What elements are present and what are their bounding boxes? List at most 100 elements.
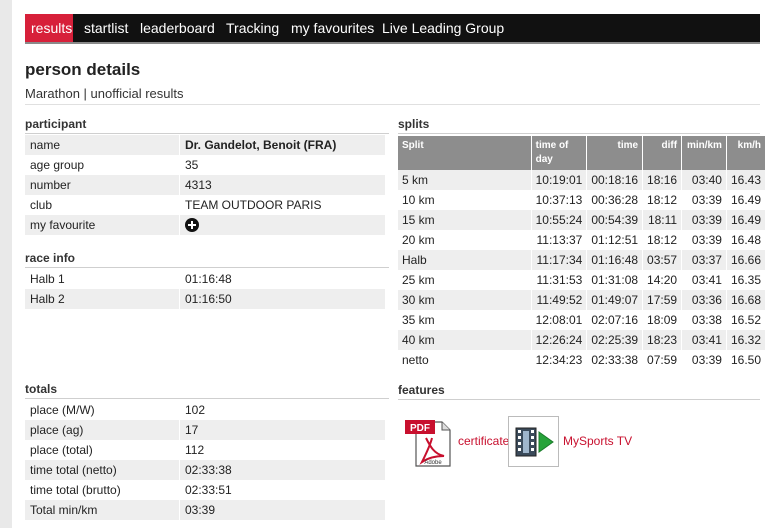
split-value: 03:39 [681, 210, 727, 230]
row-label: time total (netto) [25, 460, 180, 480]
splits-section-title: splits [398, 116, 760, 134]
row-label: club [30, 198, 53, 212]
row-value [179, 215, 385, 235]
split-value: 11:17:34 [530, 250, 587, 270]
adobe-text: Adobe [424, 460, 442, 466]
table-row: Halb 11:17:34 01:16:48 03:57 03:37 16.66 [398, 250, 765, 270]
column-header: time [586, 136, 643, 170]
tab-startlist[interactable]: startlist [78, 14, 134, 42]
split-value: 00:36:28 [586, 190, 643, 210]
split-label: 30 km [398, 290, 532, 310]
split-value: 16.50 [725, 350, 765, 370]
table-row: Halb 1 01:16:48 [25, 269, 385, 289]
row-value: 17 [179, 420, 385, 440]
tab-results[interactable]: results [25, 14, 73, 42]
split-value: 03:41 [681, 330, 727, 350]
split-value: 18:12 [642, 190, 682, 210]
split-value: 10:55:24 [530, 210, 587, 230]
split-value: 02:25:39 [586, 330, 643, 350]
table-row: place (ag) 17 [25, 420, 385, 440]
page-title: person details [25, 60, 141, 79]
split-label: 25 km [402, 273, 435, 287]
race-info-section-title: race info [25, 250, 389, 268]
page-subtitle: Marathon | unofficial results [25, 86, 184, 101]
split-value: 01:12:51 [586, 230, 643, 250]
certificate-pdf-icon[interactable]: PDF Adobe [404, 416, 454, 468]
mysports-tv-icon[interactable] [508, 416, 559, 467]
totals-section-title: totals [25, 381, 389, 399]
tab-my-favourites[interactable]: my favourites [285, 14, 380, 42]
mysports-tv-link[interactable]: MySports TV [563, 434, 632, 448]
split-label: 35 km [402, 313, 435, 327]
split-value: 16.68 [725, 290, 765, 310]
row-label: Total min/km [25, 500, 180, 520]
tab-tracking[interactable]: Tracking [220, 14, 285, 42]
participant-section-title: participant [25, 116, 389, 134]
split-value: 10:19:01 [530, 170, 587, 190]
row-value: 01:16:50 [179, 289, 385, 309]
split-value: 18:23 [642, 330, 682, 350]
table-row: 35 km 12:08:01 02:07:16 18:09 03:38 16.52 [398, 310, 765, 330]
split-label: netto [402, 353, 429, 367]
table-row: age group 35 [25, 155, 385, 175]
certificate-link[interactable]: certificate [458, 434, 509, 448]
participant-table: name Dr. Gandelot, Benoit (FRA) age grou… [25, 135, 385, 235]
table-row: 20 km 11:13:37 01:12:51 18:12 03:39 16.48 [398, 230, 765, 250]
add-favourite-icon[interactable] [185, 218, 199, 233]
split-value: 16.32 [725, 330, 765, 350]
table-row: 15 km 10:55:24 00:54:39 18:11 03:39 16.49 [398, 210, 765, 230]
pdf-badge-text: PDF [410, 423, 430, 434]
row-value: TEAM OUTDOOR PARIS [179, 195, 385, 215]
split-value: 07:59 [642, 350, 682, 370]
table-row: name Dr. Gandelot, Benoit (FRA) [25, 135, 385, 155]
column-header: min/km [681, 136, 727, 170]
table-row: 30 km 11:49:52 01:49:07 17:59 03:36 16.68 [398, 290, 765, 310]
split-value: 16.48 [725, 230, 765, 250]
pdf-document-icon: PDF Adobe [405, 420, 451, 467]
split-value: 16.49 [725, 210, 765, 230]
tab-live-leading-group[interactable]: Live Leading Group [376, 14, 510, 42]
split-value: 00:18:16 [586, 170, 643, 190]
row-label: my favourite [25, 215, 180, 235]
split-value: 12:34:23 [530, 350, 587, 370]
row-label: number [25, 175, 180, 195]
split-value: 01:49:07 [586, 290, 643, 310]
row-value: 03:39 [179, 500, 385, 520]
table-row: place (M/W) 102 [25, 400, 385, 420]
split-value: 12:26:24 [530, 330, 587, 350]
splits-header-row: Split time of day time diff min/km km/h [398, 136, 765, 170]
row-label: place (M/W) [30, 403, 95, 417]
row-label: age group [30, 158, 85, 172]
table-row: place (total) 112 [25, 440, 385, 460]
features-section-title: features [398, 382, 760, 400]
left-margin-strip [0, 0, 12, 528]
participant-name: Dr. Gandelot, Benoit (FRA) [179, 135, 385, 155]
split-label: 20 km [402, 233, 435, 247]
split-value: 12:08:01 [530, 310, 587, 330]
row-label: place (total) [30, 443, 93, 457]
table-row: Total min/km 03:39 [25, 500, 385, 520]
row-value: 102 [179, 400, 385, 420]
table-row: netto 12:34:23 02:33:38 07:59 03:39 16.50 [398, 350, 765, 370]
split-value: 02:33:38 [586, 350, 643, 370]
table-row: 10 km 10:37:13 00:36:28 18:12 03:39 16.49 [398, 190, 765, 210]
row-label: Halb 2 [25, 289, 180, 309]
split-label: 5 km [398, 170, 532, 190]
split-value: 11:13:37 [530, 230, 587, 250]
split-value: 02:07:16 [586, 310, 643, 330]
split-value: 16.35 [725, 270, 765, 290]
split-value: 14:20 [642, 270, 682, 290]
split-value: 18:16 [642, 170, 682, 190]
split-value: 03:39 [681, 230, 727, 250]
split-value: 03:36 [681, 290, 727, 310]
split-value: 03:57 [642, 250, 682, 270]
split-value: 03:37 [681, 250, 727, 270]
main-nav: results startlist leaderboard Tracking m… [25, 14, 760, 44]
row-label: name [25, 135, 180, 155]
split-value: 16.43 [725, 170, 765, 190]
tab-leaderboard[interactable]: leaderboard [134, 14, 221, 42]
column-header: diff [642, 136, 682, 170]
totals-table: place (M/W) 102 place (ag) 17 place (tot… [25, 400, 385, 520]
split-label: 15 km [398, 210, 532, 230]
table-row: time total (netto) 02:33:38 [25, 460, 385, 480]
